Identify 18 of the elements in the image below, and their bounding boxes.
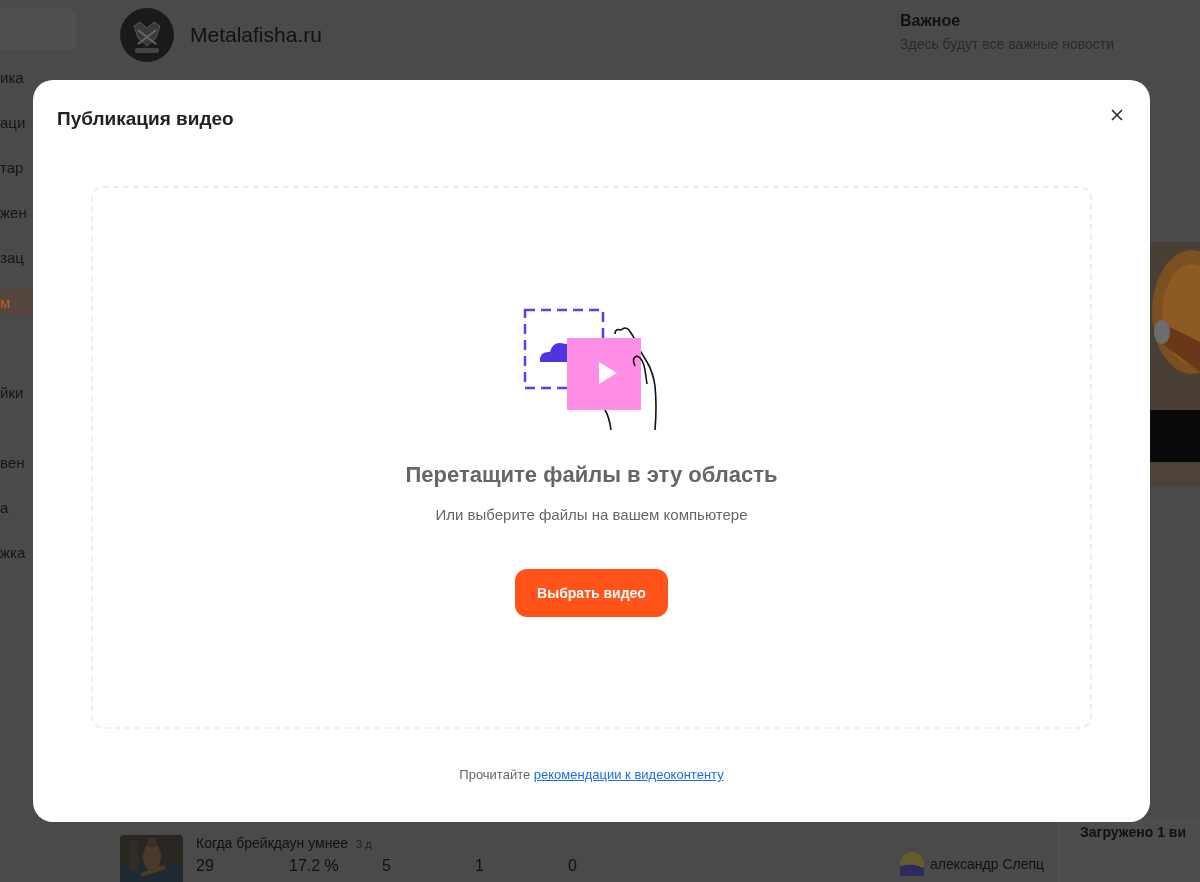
channel-logo: [120, 8, 174, 62]
author-name[interactable]: александр Слепц: [930, 856, 1045, 872]
video-stat: 5: [382, 857, 392, 875]
dialog-title: Публикация видео: [57, 108, 234, 130]
drop-title: Перетащите файлы в эту область: [405, 462, 778, 488]
drop-hint: Или выберите файлы на вашем компьютере: [435, 506, 748, 523]
avatar: [900, 852, 924, 876]
guidelines-link[interactable]: рекомендации к видеоконтенту: [533, 767, 724, 782]
video-stat: 1: [475, 857, 485, 875]
video-stat: 29: [196, 857, 215, 875]
guidelines-note: Прочитайте рекомендации к видеоконтенту: [458, 767, 725, 782]
channel-name: Metalafisha.ru: [190, 23, 322, 47]
drop-zone[interactable]: Перетащите файлы в эту область Или выберите файлы на вашем компьютере Выбрать видео: [91, 186, 1092, 729]
video-title[interactable]: Когда брейкдаун умнее: [196, 835, 348, 851]
video-stat: 17.2 %: [289, 857, 340, 875]
section-title: Важное: [900, 12, 962, 30]
video-stat: 0: [568, 857, 578, 875]
choose-video-button[interactable]: Выбрать видео: [515, 569, 668, 617]
